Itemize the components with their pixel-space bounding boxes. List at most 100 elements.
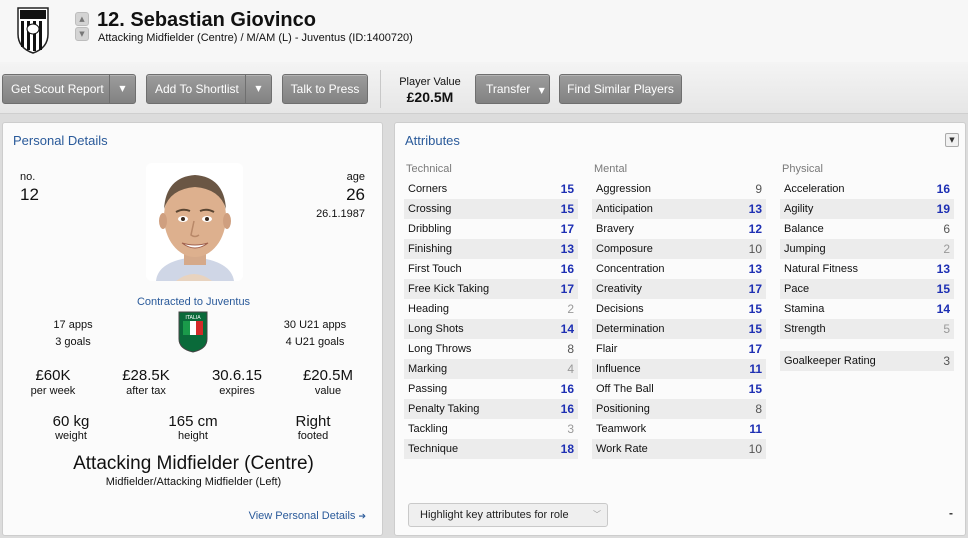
attribute-name: Work Rate xyxy=(596,443,648,455)
previous-player-icon[interactable]: ▲ xyxy=(75,12,89,26)
attribute-value: 3 xyxy=(567,422,574,436)
attribute-row: Determination 15 xyxy=(592,319,766,339)
highlight-key-attributes-select[interactable]: Highlight key attributes for role ﹀ xyxy=(408,503,608,527)
attribute-row: Work Rate 10 xyxy=(592,439,766,459)
attribute-name: Technique xyxy=(408,443,459,455)
attributes-menu-dropdown-icon[interactable]: ▼ xyxy=(945,133,959,147)
attribute-row: Crossing 15 xyxy=(404,199,578,219)
attribute-row: Flair 17 xyxy=(592,339,766,359)
attribute-name: Determination xyxy=(596,323,665,335)
attribute-row: Long Shots 14 xyxy=(404,319,578,339)
player-photo xyxy=(146,163,243,281)
after-tax-value: £28.5K xyxy=(122,367,170,384)
after-tax-label: after tax xyxy=(126,385,166,397)
senior-goals: 3 goals xyxy=(55,336,91,348)
attribute-name: Bravery xyxy=(596,223,634,235)
get-scout-report-label: Get Scout Report xyxy=(11,82,104,96)
highlight-select-label: Highlight key attributes for role xyxy=(420,509,569,521)
technical-column: Technical Corners 15 Crossing 15 Dribbling 17… xyxy=(404,163,578,459)
attribute-row: Marking 4 xyxy=(404,359,578,379)
shortlist-dropdown-icon[interactable]: ▼ xyxy=(245,75,271,103)
preferred-foot-label: footed xyxy=(297,430,329,442)
attribute-value: 16 xyxy=(936,182,950,196)
player-value-personal-label: value xyxy=(314,385,342,397)
find-similar-players-button[interactable]: Find Similar Players xyxy=(559,74,682,104)
attribute-name: Passing xyxy=(408,383,448,395)
player-subtitle: Attacking Midfielder (Centre) / M/AM (L)… xyxy=(98,32,413,44)
attribute-name: Decisions xyxy=(596,303,644,315)
weight-value: 60 kg xyxy=(52,413,90,430)
attribute-value: 17 xyxy=(748,282,762,296)
attribute-row: Creativity 17 xyxy=(592,279,766,299)
attribute-value: 16 xyxy=(560,402,574,416)
attribute-value: 17 xyxy=(560,282,574,296)
attribute-name: Flair xyxy=(596,343,618,355)
attribute-value: 2 xyxy=(943,242,950,256)
player-nav-arrows: ▲ ▼ xyxy=(75,12,89,41)
attribute-name: Marking xyxy=(408,363,448,375)
attribute-name: Corners xyxy=(408,183,448,195)
next-player-icon[interactable]: ▼ xyxy=(75,27,89,41)
attribute-value: 16 xyxy=(560,262,574,276)
player-face-icon xyxy=(146,163,243,281)
height-label: height xyxy=(178,430,208,442)
attribute-value: 8 xyxy=(755,402,762,416)
attribute-value: 11 xyxy=(749,422,762,436)
attribute-value: 15 xyxy=(560,202,574,216)
attribute-row: Agility 19 xyxy=(780,199,954,219)
attribute-name: Dribbling xyxy=(408,223,452,235)
attribute-value: 14 xyxy=(936,302,950,316)
date-of-birth: 26.1.1987 xyxy=(316,208,365,220)
attribute-value: 18 xyxy=(560,442,574,456)
attributes-title: Attributes xyxy=(405,133,460,148)
attribute-value: 15 xyxy=(748,322,762,336)
attribute-value: 10 xyxy=(748,242,762,256)
attribute-value: 19 xyxy=(936,202,950,216)
physical-column: Physical Acceleration 16 Agility 19 Balance 6… xyxy=(780,163,954,371)
attribute-value: 5 xyxy=(943,322,950,336)
add-to-shortlist-button[interactable]: Add To Shortlist ▼ xyxy=(146,74,272,104)
attribute-row: Anticipation 13 xyxy=(592,199,766,219)
attribute-row: Bravery 12 xyxy=(592,219,766,239)
attribute-row: Positioning 8 xyxy=(592,399,766,419)
attribute-name: Off The Ball xyxy=(596,383,654,395)
attribute-row: Penalty Taking 16 xyxy=(404,399,578,419)
get-scout-report-button[interactable]: Get Scout Report ▼ xyxy=(2,74,136,104)
attribute-row: Acceleration 16 xyxy=(780,179,954,199)
player-name: 12. Sebastian Giovinco xyxy=(97,9,316,31)
attribute-name: Balance xyxy=(784,223,824,235)
contract-expiry-value: 30.6.15 xyxy=(211,367,263,384)
attribute-name: Penalty Taking xyxy=(408,403,480,415)
attribute-value: 8 xyxy=(567,342,574,356)
attribute-value: 16 xyxy=(560,382,574,396)
attribute-row: Dribbling 17 xyxy=(404,219,578,239)
transfer-button[interactable]: Transfer ▼ xyxy=(475,74,550,104)
personal-details-panel: Personal Details no. 12 age 26 26.1.1987… xyxy=(2,122,383,536)
attribute-name: Composure xyxy=(596,243,653,255)
attribute-row: Passing 16 xyxy=(404,379,578,399)
attribute-value: 13 xyxy=(748,262,762,276)
attribute-value: 13 xyxy=(936,262,950,276)
attribute-name: Acceleration xyxy=(784,183,845,195)
attribute-name: Creativity xyxy=(596,283,642,295)
transfer-label: Transfer xyxy=(486,82,531,96)
attribute-name: Strength xyxy=(784,323,826,335)
attribute-value: 9 xyxy=(755,182,762,196)
shirt-number-label: no. xyxy=(20,171,36,183)
attribute-value: 17 xyxy=(560,222,574,236)
weight-label: weight xyxy=(55,430,87,442)
talk-to-press-button[interactable]: Talk to Press xyxy=(282,74,368,104)
toolbar: Get Scout Report ▼ Add To Shortlist ▼ Ta… xyxy=(0,62,968,114)
attributes-panel: Attributes ▼ Technical Corners 15 Crossing… xyxy=(394,122,966,536)
view-personal-details-link[interactable]: View Personal Details ➔ xyxy=(249,510,366,522)
scout-report-dropdown-icon[interactable]: ▼ xyxy=(109,75,135,103)
attribute-row: Stamina 14 xyxy=(780,299,954,319)
attribute-row: Free Kick Taking 17 xyxy=(404,279,578,299)
attribute-row: Pace 15 xyxy=(780,279,954,299)
technical-heading: Technical xyxy=(406,163,452,175)
attribute-row: Corners 15 xyxy=(404,179,578,199)
attribute-value: 12 xyxy=(748,222,762,236)
goalkeeper-rating-value: 3 xyxy=(943,354,950,368)
attribute-row: Aggression 9 xyxy=(592,179,766,199)
attribute-row: Jumping 2 xyxy=(780,239,954,259)
